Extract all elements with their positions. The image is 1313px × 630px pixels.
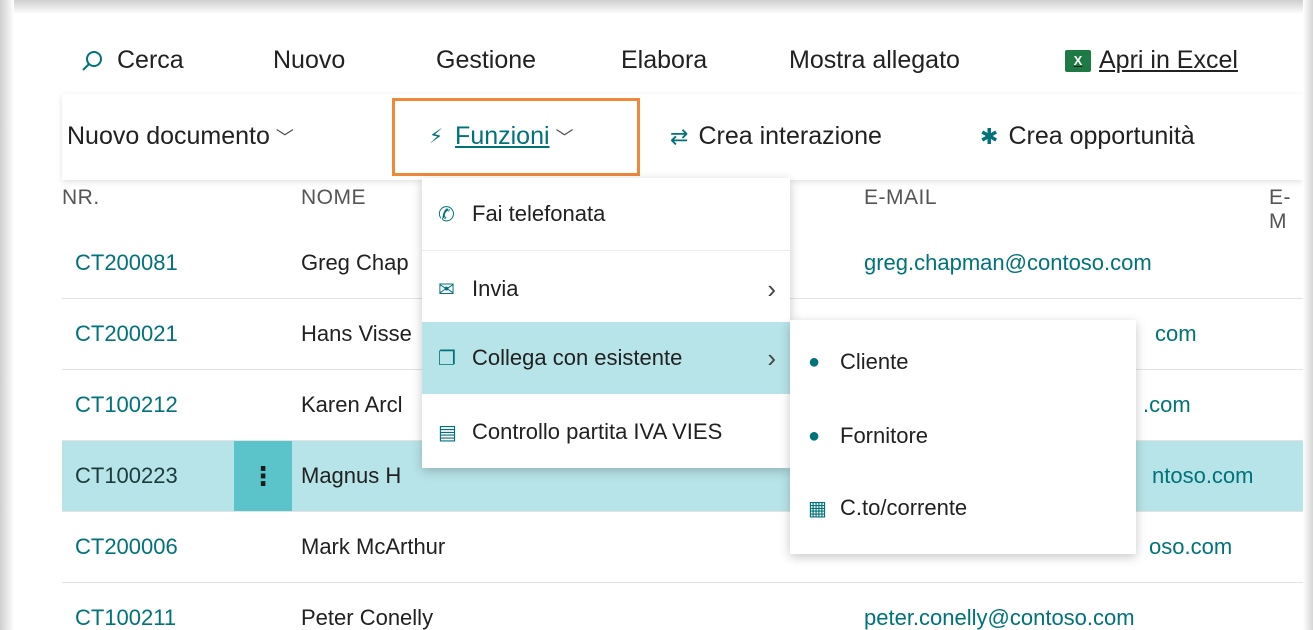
link-existing-submenu: ● Cliente ● Fornitore ▦ C.to/corrente: [790, 320, 1136, 554]
phone-icon: ✆: [438, 203, 455, 226]
row-actions-button[interactable]: ⋮: [234, 441, 292, 511]
contact-name: Greg Chap: [301, 250, 409, 275]
page: Cerca Nuovo Gestione Elabora Mostra alle…: [14, 14, 1303, 630]
open-in-excel-label: Apri in Excel: [1099, 46, 1238, 74]
send-icon: ✉: [438, 278, 455, 301]
functions-label: Funzioni: [455, 122, 550, 150]
process-label: Elabora: [621, 46, 708, 74]
menu-item-label: Collega con esistente: [472, 345, 683, 370]
contact-number-link[interactable]: CT100212: [75, 392, 178, 418]
chevron-down-icon: ﹀: [275, 127, 294, 148]
menu-item-label: Fai telefonata: [472, 201, 606, 226]
contact-number-link[interactable]: CT100223: [75, 463, 178, 489]
functions-dropdown: ✆ Fai telefonata ✉ Invia › ❐ Collega con…: [422, 178, 790, 468]
contact-email-link[interactable]: .com: [1143, 392, 1191, 418]
contact-name: Mark McArthur: [301, 534, 446, 559]
person-icon: ●: [808, 350, 821, 373]
menu-item-vat-check[interactable]: ▤ Controllo partita IVA VIES: [422, 396, 790, 468]
contact-name: Karen Arcl: [301, 392, 403, 417]
submenu-item-customer[interactable]: ● Cliente: [790, 326, 1136, 398]
left-shadow: [0, 0, 14, 630]
contact-name: Peter Conelly: [301, 605, 434, 630]
submenu-item-vendor[interactable]: ● Fornitore: [790, 400, 1136, 472]
contact-number-link[interactable]: CT100211: [75, 605, 176, 630]
manage-label: Gestione: [436, 46, 537, 74]
menu-item-send[interactable]: ✉ Invia ›: [422, 253, 790, 325]
column-header-nr[interactable]: NR.: [62, 186, 100, 210]
contact-email-link[interactable]: peter.conelly@contoso.com: [864, 605, 1135, 630]
excel-icon: X: [1065, 49, 1091, 72]
process-action[interactable]: Elabora: [621, 46, 707, 75]
submenu-item-label: Cliente: [840, 349, 909, 374]
chevron-down-icon: ﹀: [555, 127, 574, 148]
create-opportunity-label: Crea opportunità: [1008, 122, 1195, 150]
column-header-email-2[interactable]: E-M: [1269, 186, 1303, 234]
right-shadow: [1303, 0, 1313, 630]
contact-email-link[interactable]: ntoso.com: [1152, 463, 1254, 489]
bank-account-icon: ▦: [808, 497, 827, 520]
submenu-item-label: Fornitore: [840, 423, 929, 448]
show-attachment-label: Mostra allegato: [789, 46, 960, 74]
person-icon: ●: [808, 424, 821, 447]
action-bar: Cerca Nuovo Gestione Elabora Mostra alle…: [14, 32, 1303, 92]
opportunity-icon: ✱: [980, 123, 999, 149]
column-header-email[interactable]: E-MAIL: [864, 186, 937, 210]
menu-divider: [422, 250, 790, 251]
link-document-icon: ❐: [438, 347, 456, 370]
menu-item-label: Invia: [472, 276, 519, 301]
contact-number-link[interactable]: CT200021: [75, 321, 178, 347]
interaction-icon: ⇄: [670, 123, 689, 149]
search-action[interactable]: Cerca: [81, 46, 184, 75]
new-action[interactable]: Nuovo: [273, 46, 345, 75]
menu-item-link-existing[interactable]: ❐ Collega con esistente ›: [422, 322, 790, 394]
menu-item-make-call[interactable]: ✆ Fai telefonata: [422, 178, 790, 250]
create-opportunity-button[interactable]: ✱ Crea opportunità: [980, 122, 1195, 151]
submenu-item-bank-account[interactable]: ▦ C.to/corrente: [790, 472, 1136, 544]
contact-name: Magnus H: [301, 463, 402, 488]
contact-number-link[interactable]: CT200006: [75, 534, 178, 560]
contact-email-link[interactable]: com: [1155, 321, 1197, 347]
functions-menu-button[interactable]: ⚡ Funzioni ﹀: [429, 122, 574, 151]
search-label: Cerca: [117, 46, 184, 74]
table-row[interactable]: CT100211 Peter Conelly peter.conelly@con…: [62, 583, 1303, 630]
more-vertical-icon: ⋮: [250, 460, 276, 491]
contact-email-link[interactable]: greg.chapman@contoso.com: [864, 250, 1152, 276]
contact-name: Hans Visse: [301, 321, 412, 346]
create-interaction-label: Crea interazione: [698, 122, 882, 150]
create-interaction-button[interactable]: ⇄ Crea interazione: [670, 122, 882, 151]
contact-email-link[interactable]: oso.com: [1149, 534, 1232, 560]
chevron-right-icon: ›: [767, 273, 776, 304]
show-attachment-action[interactable]: Mostra allegato: [789, 46, 960, 75]
lightning-icon: ⚡: [429, 126, 444, 148]
top-shadow: [0, 0, 1313, 14]
search-icon: [82, 50, 102, 71]
open-in-excel-action[interactable]: X Apri in Excel: [1065, 46, 1238, 75]
new-label: Nuovo: [273, 46, 346, 74]
menu-item-label: Controllo partita IVA VIES: [472, 419, 723, 444]
new-document-label: Nuovo documento: [67, 122, 270, 150]
manage-action[interactable]: Gestione: [436, 46, 536, 75]
chevron-right-icon: ›: [767, 342, 776, 373]
column-header-name[interactable]: NOME: [301, 186, 366, 210]
new-document-menu[interactable]: Nuovo documento ﹀: [67, 122, 294, 151]
submenu-item-label: C.to/corrente: [840, 495, 968, 520]
vat-check-icon: ▤: [438, 421, 457, 444]
command-toolbar: Nuovo documento ﹀ ⚡ Funzioni ﹀ ⇄ Crea in…: [62, 94, 1303, 180]
contact-number-link[interactable]: CT200081: [75, 250, 178, 276]
